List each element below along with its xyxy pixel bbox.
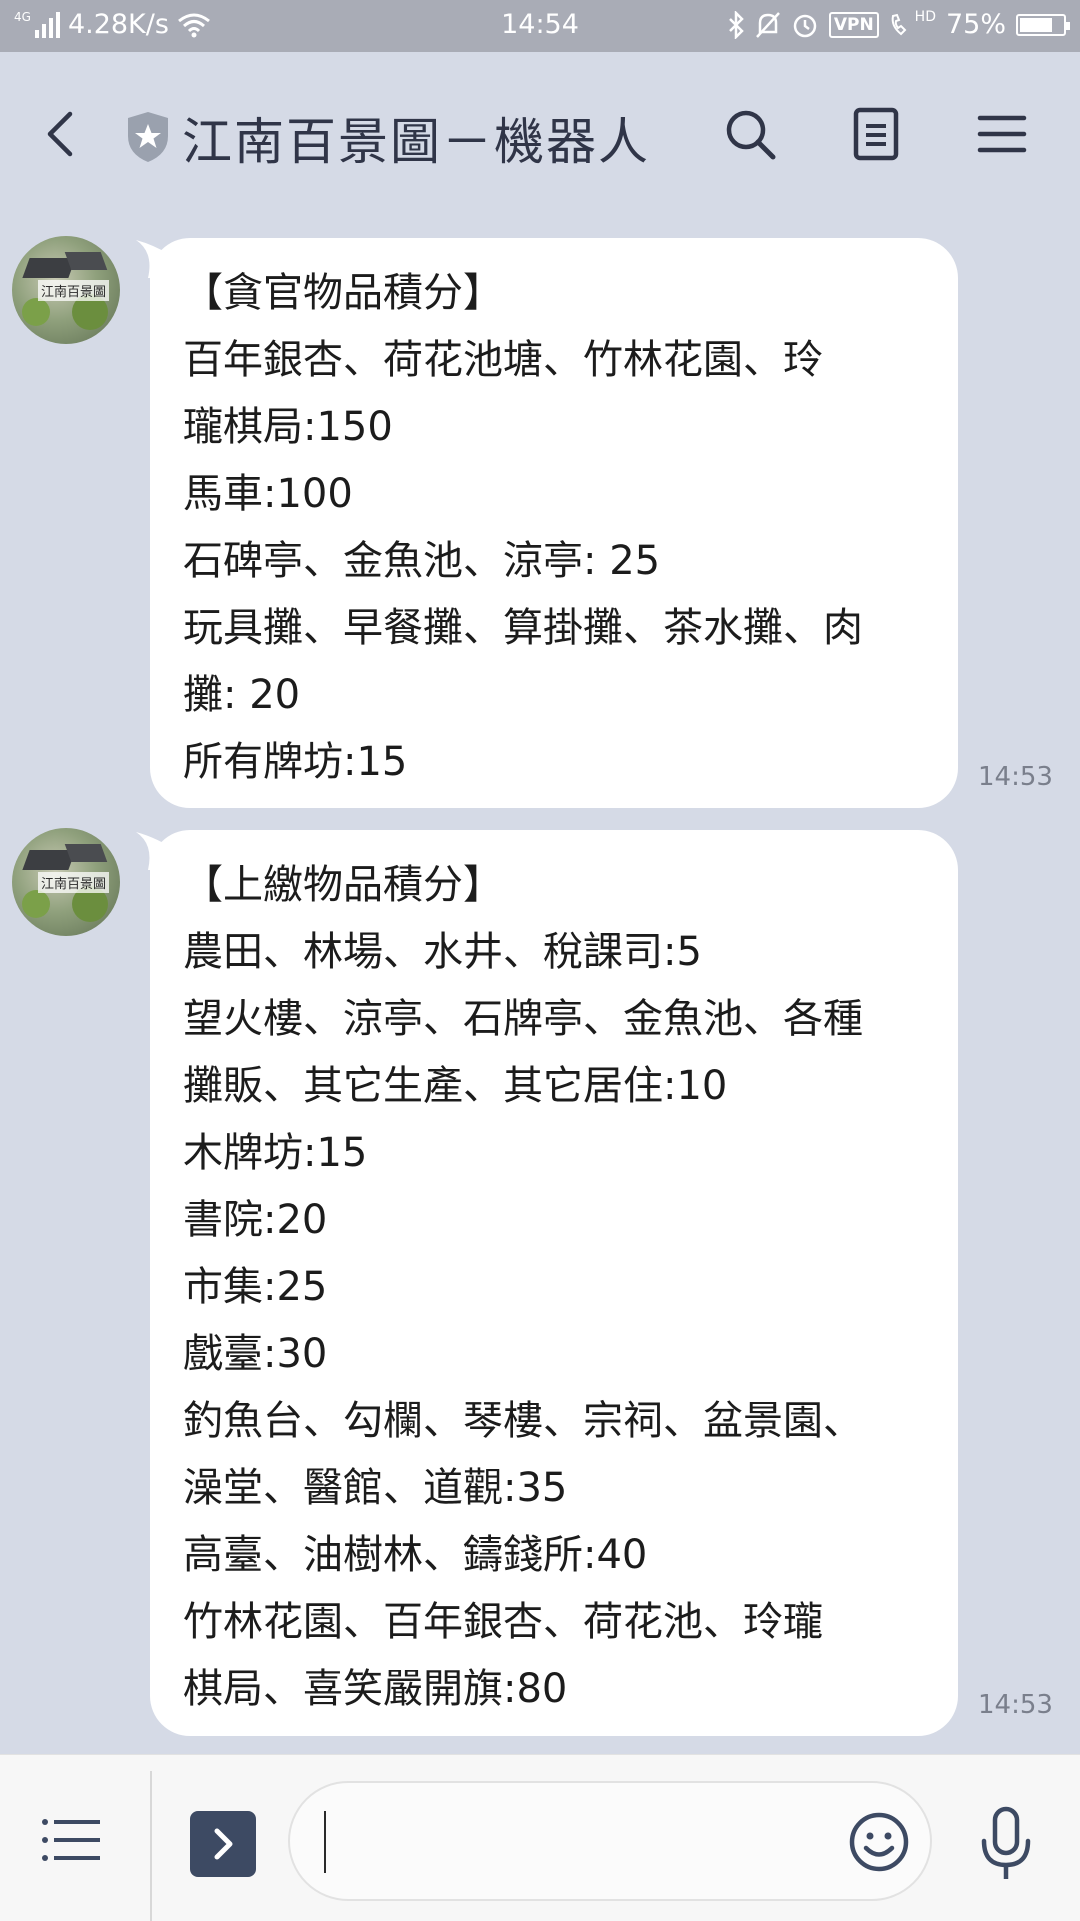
list-menu-icon[interactable] — [40, 1815, 104, 1865]
message-bubble[interactable]: 【貪官物品積分】 百年銀杏、荷花池塘、竹林花園、玲 瓏棋局:150 馬車:100… — [150, 238, 958, 808]
message-time: 14:53 — [978, 1690, 1053, 1720]
back-arrow-icon[interactable] — [36, 102, 84, 166]
emoji-icon[interactable] — [848, 1811, 910, 1873]
message-line: 書院:20 — [183, 1197, 328, 1243]
message-line: 【上繳物品積分】 — [183, 862, 503, 908]
vpn-badge: VPN — [828, 11, 879, 38]
message-line: 瓏棋局:150 — [183, 404, 393, 450]
chat-header: 江南百景圖－機器人 — [0, 52, 1080, 214]
battery-fill — [1020, 17, 1052, 32]
microphone-icon[interactable] — [976, 1805, 1036, 1885]
mute-bell-icon — [755, 11, 780, 38]
hamburger-menu-icon[interactable] — [972, 104, 1032, 164]
avatar[interactable]: 江南百景圖 — [12, 236, 120, 344]
battery-percent: 75% — [945, 9, 1006, 40]
divider — [150, 1771, 152, 1921]
bluetooth-icon — [728, 10, 744, 39]
search-icon[interactable] — [720, 104, 780, 164]
message-line: 木牌坊:15 — [183, 1130, 368, 1176]
avatar[interactable]: 江南百景圖 — [12, 828, 120, 936]
message-line: 望火樓、涼亭、石牌亭、金魚池、各種 — [183, 996, 863, 1042]
shield-star-icon — [128, 112, 168, 162]
expand-button[interactable] — [190, 1811, 256, 1877]
message-line: 攤: 20 — [183, 672, 301, 718]
message-line: 澡堂、醫館、道觀:35 — [183, 1465, 568, 1511]
text-caret — [324, 1811, 326, 1873]
avatar-logo-text: 江南百景圖 — [38, 872, 110, 893]
status-bar: 4G 4.28K/s 14:54 VPN HD 75% — [0, 0, 1080, 52]
message-line: 農田、林場、水井、稅課司:5 — [183, 929, 702, 975]
avatar-logo-text: 江南百景圖 — [38, 280, 110, 301]
message-line: 石碑亭、金魚池、涼亭: 25 — [183, 538, 661, 584]
message-line: 攤販、其它生產、其它居住:10 — [183, 1063, 728, 1109]
page-title: 江南百景圖－機器人 — [182, 113, 650, 171]
hd-call-icon — [891, 13, 907, 35]
message-bubble[interactable]: 【上繳物品積分】 農田、林場、水井、稅課司:5 望火樓、涼亭、石牌亭、金魚池、各… — [150, 830, 958, 1736]
message-time: 14:53 — [978, 762, 1053, 792]
message-input[interactable] — [288, 1781, 932, 1901]
message-line: 所有牌坊:15 — [183, 739, 408, 785]
battery-icon — [1016, 13, 1070, 36]
chevron-right-icon — [214, 1828, 233, 1860]
message-line: 高臺、油樹林、鑄錢所:40 — [183, 1532, 648, 1578]
composer-bar — [0, 1754, 1080, 1921]
message-line: 馬車:100 — [183, 471, 353, 517]
message-line: 百年銀杏、荷花池塘、竹林花園、玲 — [183, 337, 823, 383]
message-line: 市集:25 — [183, 1264, 328, 1310]
message-line: 釣魚台、勾欄、琴樓、宗祠、盆景園、 — [183, 1398, 863, 1444]
message-line: 棋局、喜笑嚴開旗:80 — [183, 1666, 568, 1712]
hd-label: HD — [914, 8, 936, 25]
alarm-icon — [793, 14, 817, 37]
message-line: 戲臺:30 — [183, 1331, 328, 1377]
notes-icon[interactable] — [846, 104, 906, 164]
message-line: 玩具攤、早餐攤、算掛攤、茶水攤、肉 — [183, 605, 863, 651]
message-line: 【貪官物品積分】 — [183, 270, 503, 316]
message-line: 竹林花園、百年銀杏、荷花池、玲瓏 — [183, 1599, 823, 1645]
